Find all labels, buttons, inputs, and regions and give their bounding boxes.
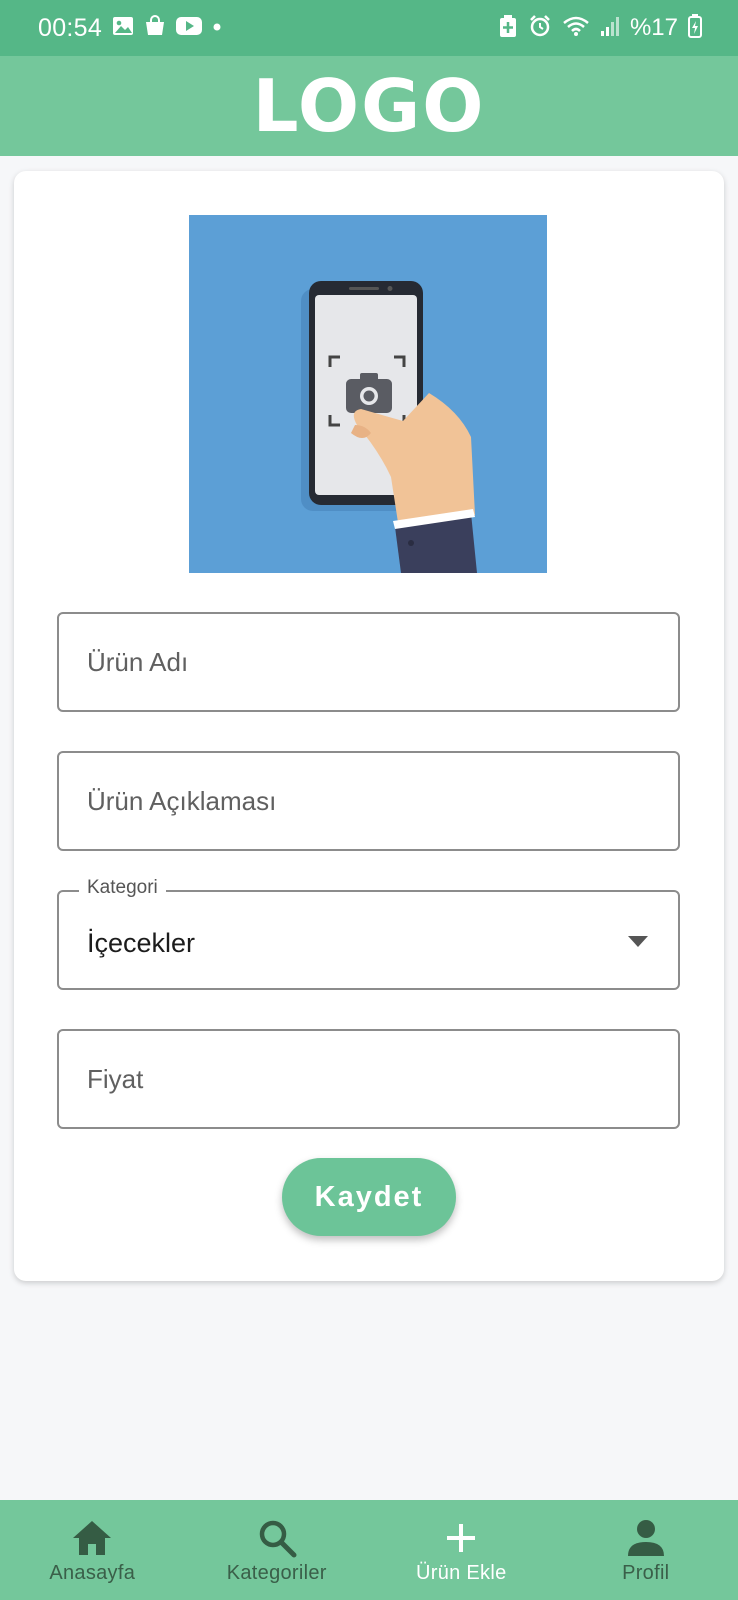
wifi-icon bbox=[562, 15, 590, 42]
status-bar: 00:54 %17 bbox=[0, 0, 738, 56]
battery-saver-icon bbox=[498, 14, 518, 43]
battery-percent: %17 bbox=[629, 14, 678, 41]
category-value: İçecekler bbox=[87, 928, 196, 958]
bottom-nav: Anasayfa Kategoriler Ürün Ekle Profil bbox=[0, 1500, 738, 1600]
signal-icon bbox=[600, 15, 620, 42]
product-name-input[interactable] bbox=[59, 614, 678, 710]
youtube-icon bbox=[176, 16, 203, 41]
nav-item-categories[interactable]: Kategoriler bbox=[187, 1500, 367, 1600]
nav-item-profile[interactable]: Profil bbox=[556, 1500, 736, 1600]
price-input[interactable] bbox=[59, 1031, 678, 1127]
search-icon bbox=[257, 1518, 297, 1558]
product-description-field[interactable] bbox=[57, 751, 680, 851]
person-icon bbox=[626, 1518, 666, 1558]
nav-label-home: Anasayfa bbox=[49, 1562, 136, 1584]
status-time: 00:54 bbox=[38, 13, 103, 42]
app-header: LOGO bbox=[0, 56, 738, 156]
nav-label-categories: Kategoriler bbox=[226, 1562, 327, 1584]
category-select[interactable]: Kategori İçecekler bbox=[57, 877, 680, 990]
category-label: Kategori bbox=[79, 877, 166, 899]
alarm-icon bbox=[528, 14, 552, 43]
shopping-bag-icon bbox=[144, 14, 166, 42]
dropdown-arrow-icon bbox=[628, 935, 648, 953]
nav-label-add-product: Ürün Ekle bbox=[415, 1562, 507, 1584]
battery-icon bbox=[688, 13, 702, 43]
add-product-card: Kategori İçecekler Kaydet bbox=[14, 171, 724, 1281]
nav-label-profile: Profil bbox=[622, 1562, 670, 1584]
product-image-picker[interactable] bbox=[189, 215, 547, 573]
status-left: 00:54 bbox=[38, 14, 222, 43]
product-name-field[interactable] bbox=[57, 612, 680, 712]
plus-icon bbox=[445, 1518, 477, 1558]
price-field[interactable] bbox=[57, 1029, 680, 1129]
save-button[interactable]: Kaydet bbox=[282, 1158, 456, 1236]
logo: LOGO bbox=[252, 64, 486, 148]
home-icon bbox=[71, 1518, 113, 1558]
product-description-input[interactable] bbox=[59, 753, 678, 849]
nav-item-home[interactable]: Anasayfa bbox=[2, 1500, 182, 1600]
nav-item-add-product[interactable]: Ürün Ekle bbox=[371, 1500, 551, 1600]
dot-icon bbox=[212, 19, 222, 37]
gallery-icon bbox=[112, 16, 134, 41]
status-right: %17 bbox=[498, 13, 702, 43]
phone-camera-illustration bbox=[189, 215, 547, 573]
